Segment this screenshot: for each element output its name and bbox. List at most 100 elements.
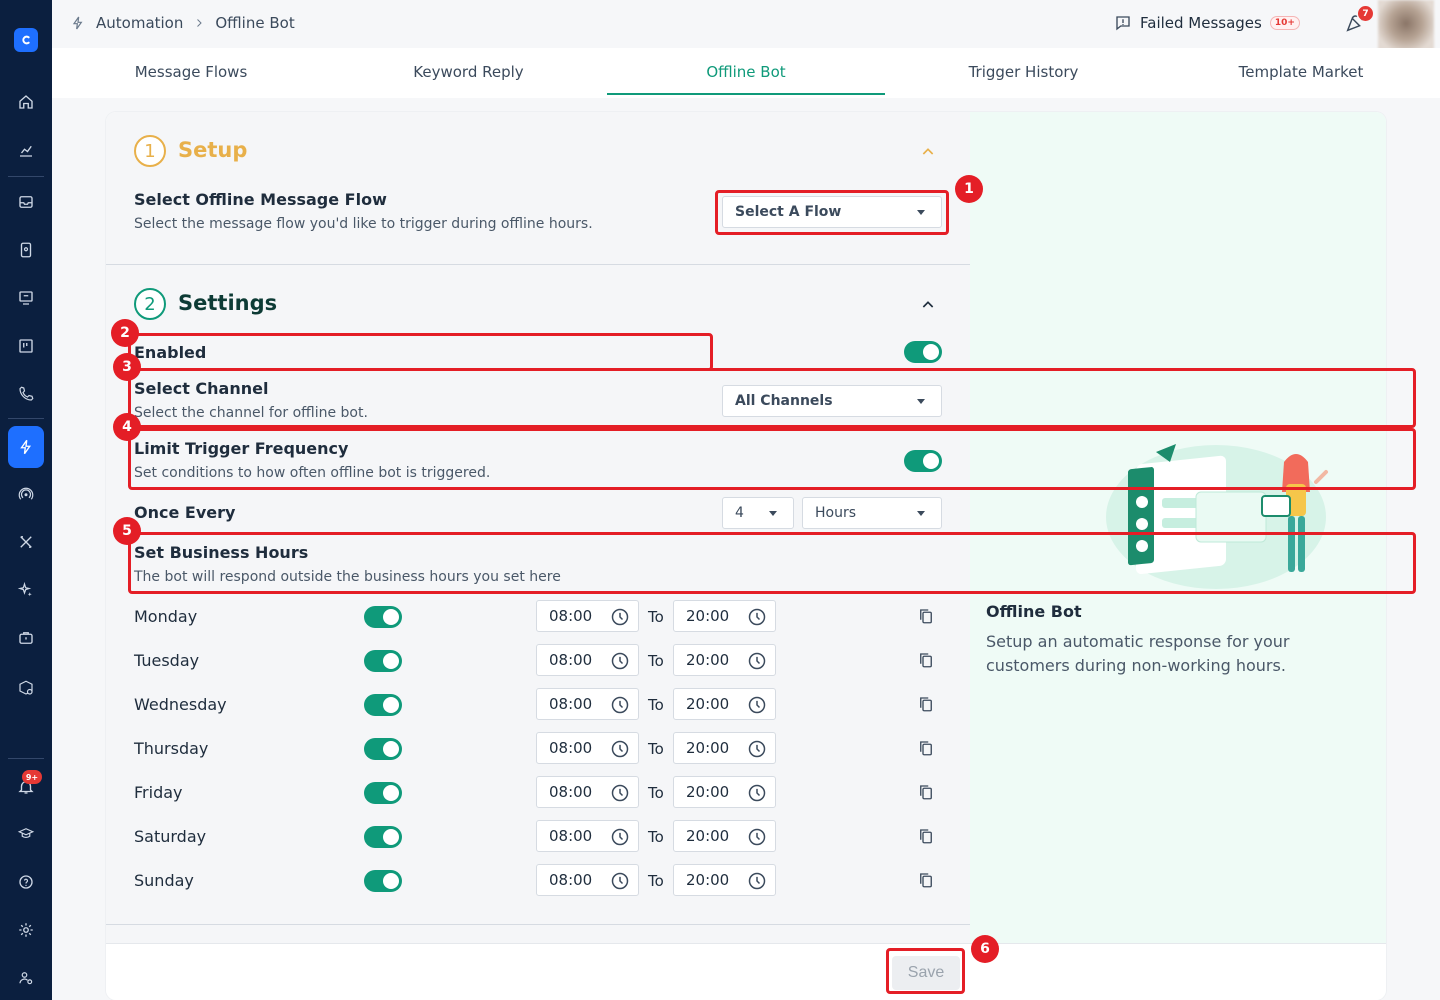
academy-icon[interactable] <box>14 822 38 846</box>
breadcrumb-parent[interactable]: Automation <box>96 14 183 32</box>
toggle-knob <box>383 697 399 713</box>
start-time-input[interactable]: 08:00 <box>536 732 639 764</box>
toggle-knob <box>383 829 399 845</box>
start-time-input[interactable]: 08:00 <box>536 776 639 808</box>
frequency-count-select[interactable]: 4 <box>722 497 794 529</box>
settings-title: Settings <box>178 291 278 315</box>
copy-icon[interactable] <box>917 782 935 802</box>
active-tab-indicator <box>607 93 885 95</box>
avatar[interactable] <box>1378 0 1434 52</box>
to-label: To <box>648 696 664 714</box>
end-time-value: 20:00 <box>686 739 730 757</box>
copy-icon[interactable] <box>917 606 935 626</box>
toggle-knob <box>383 873 399 889</box>
board-icon[interactable] <box>14 334 38 358</box>
channel-description: Select the channel for offline bot. <box>134 405 368 421</box>
start-time-input[interactable]: 08:00 <box>536 600 639 632</box>
clock-icon <box>611 608 629 626</box>
end-time-input[interactable]: 20:00 <box>673 820 776 852</box>
tab-keyword-reply[interactable]: Keyword Reply <box>330 48 607 96</box>
to-label: To <box>648 784 664 802</box>
help-icon[interactable] <box>14 870 38 894</box>
clock-icon <box>748 652 766 670</box>
notifications-badge: 9+ <box>22 770 42 784</box>
end-time-input[interactable]: 20:00 <box>673 732 776 764</box>
day-toggle[interactable] <box>364 738 402 760</box>
toggle-knob <box>383 785 399 801</box>
copy-icon[interactable] <box>917 694 935 714</box>
start-time-input[interactable]: 08:00 <box>536 820 639 852</box>
tab-message-flows[interactable]: Message Flows <box>52 48 330 96</box>
sidebar-divider <box>8 418 44 419</box>
signal-icon[interactable] <box>14 482 38 506</box>
footer-bar <box>106 943 1386 1000</box>
chevron-up-icon[interactable] <box>920 297 936 313</box>
once-every-label: Once Every <box>134 503 236 522</box>
day-toggle[interactable] <box>364 826 402 848</box>
start-time-input[interactable]: 08:00 <box>536 688 639 720</box>
day-toggle[interactable] <box>364 606 402 628</box>
clock-icon <box>611 828 629 846</box>
failed-messages-link[interactable]: Failed Messages 10+ <box>1114 14 1300 32</box>
day-label: Saturday <box>134 827 207 846</box>
tab-offline-bot[interactable]: Offline Bot <box>607 48 885 96</box>
chevron-up-icon[interactable] <box>920 144 936 160</box>
phone-icon[interactable] <box>14 382 38 406</box>
start-time-value: 08:00 <box>549 651 593 669</box>
flow-select[interactable]: Select A Flow <box>722 196 942 228</box>
day-toggle[interactable] <box>364 650 402 672</box>
clock-icon <box>748 872 766 890</box>
package-settings-icon[interactable] <box>14 676 38 700</box>
copy-icon[interactable] <box>917 650 935 670</box>
end-time-input[interactable]: 20:00 <box>673 600 776 632</box>
automation-icon[interactable] <box>14 435 38 459</box>
frequency-unit-select[interactable]: Hours <box>802 497 942 529</box>
business-hours-label: Set Business Hours <box>134 543 309 562</box>
limit-frequency-label: Limit Trigger Frequency <box>134 439 349 458</box>
offline-bot-illustration <box>1106 444 1328 589</box>
copy-icon[interactable] <box>917 826 935 846</box>
start-time-value: 08:00 <box>549 607 593 625</box>
end-time-input[interactable]: 20:00 <box>673 644 776 676</box>
info-description: Setup an automatic response for your cus… <box>986 632 1290 675</box>
annotation-marker: 4 <box>113 413 141 441</box>
end-time-input[interactable]: 20:00 <box>673 864 776 896</box>
broadcast-icon[interactable] <box>14 286 38 310</box>
save-button[interactable]: Save <box>892 956 960 990</box>
chevron-right-icon <box>197 19 203 27</box>
day-toggle[interactable] <box>364 870 402 892</box>
enabled-toggle[interactable] <box>904 341 942 363</box>
annotation-marker: 2 <box>111 319 139 347</box>
home-icon[interactable] <box>14 90 38 114</box>
enabled-label: Enabled <box>134 343 207 362</box>
briefcase-icon[interactable] <box>14 626 38 650</box>
copy-icon[interactable] <box>917 870 935 890</box>
ai-sparkle-icon[interactable] <box>14 578 38 602</box>
end-time-input[interactable]: 20:00 <box>673 776 776 808</box>
channel-select[interactable]: All Channels <box>722 385 942 417</box>
clock-icon <box>748 696 766 714</box>
start-time-input[interactable]: 08:00 <box>536 644 639 676</box>
limit-frequency-toggle[interactable] <box>904 450 942 472</box>
start-time-value: 08:00 <box>549 739 593 757</box>
day-toggle[interactable] <box>364 782 402 804</box>
user-settings-icon[interactable] <box>14 966 38 990</box>
analytics-icon[interactable] <box>14 138 38 162</box>
day-toggle[interactable] <box>364 694 402 716</box>
flow-select-value: Select A Flow <box>735 204 842 220</box>
inbox-icon[interactable] <box>14 190 38 214</box>
tab-template-market[interactable]: Template Market <box>1162 48 1440 96</box>
settings-icon[interactable] <box>14 918 38 942</box>
contacts-icon[interactable] <box>14 238 38 262</box>
annotation-marker: 5 <box>113 517 141 545</box>
app-logo[interactable] <box>14 28 38 52</box>
tab-trigger-history[interactable]: Trigger History <box>885 48 1162 96</box>
copy-icon[interactable] <box>917 738 935 758</box>
caret-down-icon <box>917 210 925 215</box>
end-time-input[interactable]: 20:00 <box>673 688 776 720</box>
start-time-input[interactable]: 08:00 <box>536 864 639 896</box>
day-label: Sunday <box>134 871 194 890</box>
start-time-value: 08:00 <box>549 871 593 889</box>
day-label: Thursday <box>134 739 209 758</box>
tools-icon[interactable] <box>14 530 38 554</box>
